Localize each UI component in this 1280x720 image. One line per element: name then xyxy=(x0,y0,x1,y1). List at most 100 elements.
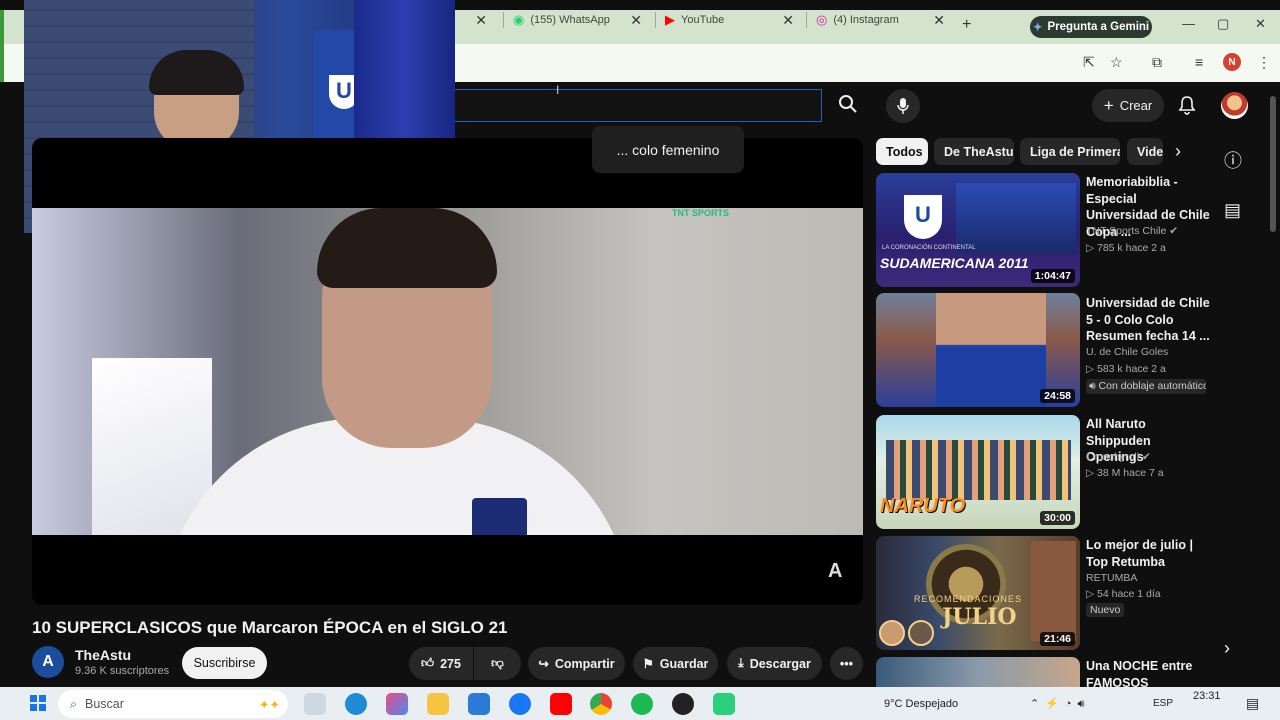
user-avatar[interactable] xyxy=(1221,92,1248,119)
extensions-icon[interactable]: ⧉ xyxy=(1152,54,1162,71)
share-label: Compartir xyxy=(554,656,615,671)
team-photo xyxy=(956,183,1076,253)
profile-avatar[interactable]: N xyxy=(1223,53,1241,71)
media-control-icon[interactable]: ≡ xyxy=(1195,54,1203,70)
chip-videos[interactable]: Vide xyxy=(1127,138,1163,165)
language-indicator[interactable]: ESP xyxy=(1153,698,1173,709)
save-label: Guardar xyxy=(659,656,709,671)
rec-meta: ▷ 54 hace 1 día xyxy=(1086,588,1161,600)
scrollbar-thumb[interactable] xyxy=(1270,96,1276,232)
channel-avatar[interactable]: A xyxy=(32,646,64,678)
subscribe-button[interactable]: Suscribirse xyxy=(182,647,267,679)
tab-whatsapp[interactable]: ◉ (155) WhatsApp ✕ xyxy=(505,6,650,34)
like-button[interactable]: 👍︎ 275 xyxy=(409,647,473,680)
tab-partial[interactable]: ✕ xyxy=(455,6,495,34)
u-crest: U xyxy=(904,195,942,239)
view-count: 38 M xyxy=(1097,467,1121,479)
search-suggestion-tooltip[interactable]: ... colo femenino xyxy=(592,126,744,173)
store-icon[interactable] xyxy=(468,693,490,715)
bookmark-star-icon[interactable]: ☆ xyxy=(1110,54,1123,71)
comment-icon[interactable]: ▤ xyxy=(1224,200,1241,221)
thumbnail-overlay-text: JULIO xyxy=(942,604,1017,630)
install-app-icon[interactable]: ⇱ xyxy=(1083,54,1095,71)
download-button[interactable]: ⤓ Descargar xyxy=(727,647,822,680)
weather-text[interactable]: 9°C Despejado xyxy=(884,698,958,710)
upload-age: hace 1 día xyxy=(1111,588,1161,600)
create-button[interactable]: + Crear xyxy=(1092,89,1164,122)
menu-dots-icon[interactable]: ⋮ xyxy=(1257,54,1271,71)
chevron-right-icon[interactable]: › xyxy=(1224,638,1230,659)
chip-liga-de-primera[interactable]: Liga de Primera xyxy=(1020,138,1120,165)
chrome-icon[interactable] xyxy=(590,693,612,715)
more-actions-button[interactable]: ••• xyxy=(830,647,863,680)
taskbar-search-input[interactable]: ⌕ Buscar ✦✦ xyxy=(58,690,288,718)
thumbnail[interactable]: RECOMENDACIONES JULIO 21:46 xyxy=(876,536,1080,650)
rec-channel[interactable]: Crunchyroll ✔ xyxy=(1086,451,1151,463)
tab-instagram[interactable]: ◎ (4) Instagram ✕ xyxy=(808,6,953,34)
info-icon[interactable]: ⓘ xyxy=(1224,147,1242,173)
tnt-logo: TNT SPORTS xyxy=(672,208,730,218)
upload-age: hace 2 a xyxy=(1125,242,1166,254)
close-icon[interactable]: ✕ xyxy=(475,12,487,29)
copilot-icon[interactable] xyxy=(386,693,408,715)
thumbnail[interactable]: 24:58 xyxy=(876,293,1080,407)
clock[interactable]: 23:31 xyxy=(1193,690,1221,702)
view-count: 54 xyxy=(1097,588,1109,600)
video-title: 10 SUPERCLASICOS que Marcaron ÉPOCA en e… xyxy=(32,618,508,637)
rec-channel[interactable]: TNT Sports Chile ✔ xyxy=(1086,225,1178,237)
chevron-right-icon[interactable]: › xyxy=(1175,141,1181,162)
tab-youtube[interactable]: ▶ YouTube ✕ xyxy=(657,6,802,34)
minimize-icon[interactable]: — xyxy=(1182,16,1195,31)
close-icon[interactable]: ✕ xyxy=(782,12,794,29)
thumbnail-subtitle: RECOMENDACIONES xyxy=(914,594,1023,604)
rec-title[interactable]: Una NOCHE entre FAMOSOS xyxy=(1086,658,1211,687)
thumbnail[interactable]: NARUTO 30:00 xyxy=(876,415,1080,529)
github-icon[interactable] xyxy=(672,693,694,715)
rec-meta: ▷ 583 k hace 2 a xyxy=(1086,363,1166,375)
video-player[interactable]: TNT SPORTS xyxy=(32,138,863,605)
tab-label: YouTube xyxy=(681,14,725,26)
tab-separator xyxy=(806,12,807,28)
bookmark-icon: ⚑ xyxy=(642,657,654,671)
facebook-icon[interactable] xyxy=(509,693,531,715)
close-window-icon[interactable]: ✕ xyxy=(1255,16,1266,32)
chip-todos[interactable]: Todos xyxy=(876,138,928,165)
rec-channel[interactable]: RETUMBA xyxy=(1086,572,1137,584)
file-explorer-icon[interactable] xyxy=(427,693,449,715)
youtube-app-icon[interactable] xyxy=(550,693,572,715)
edge-icon[interactable] xyxy=(345,693,367,715)
rec-title[interactable]: Lo mejor de julio | Top Retumba xyxy=(1086,537,1211,570)
new-tab-button[interactable]: + xyxy=(962,16,971,34)
channel-name[interactable]: TheAstu xyxy=(75,647,131,663)
channel-watermark[interactable]: A xyxy=(828,560,842,583)
app-icon[interactable] xyxy=(713,693,735,715)
instagram-icon: ◎ xyxy=(816,12,828,27)
badge-text: Con doblaje automático xyxy=(1098,380,1206,392)
verified-icon: ✔ xyxy=(1142,451,1151,463)
task-view-icon[interactable] xyxy=(304,693,326,715)
microphone-icon[interactable] xyxy=(886,89,920,123)
rec-channel[interactable]: U. de Chile Goles xyxy=(1086,346,1168,358)
chip-de-theastu[interactable]: De TheAstu xyxy=(934,138,1014,165)
search-icon[interactable] xyxy=(838,94,858,119)
share-button[interactable]: ↪ Compartir xyxy=(528,647,625,680)
video-frame[interactable]: TNT SPORTS xyxy=(32,208,863,535)
dislike-button[interactable]: 👎︎ xyxy=(474,647,521,680)
channel-name: Crunchyroll xyxy=(1086,451,1140,463)
thumbnail[interactable]: U LA CORONACIÓN CONTINENTAL SUDAMERICANA… xyxy=(876,173,1080,287)
maximize-icon[interactable]: ▢ xyxy=(1217,16,1229,32)
notifications-icon[interactable]: ▤ xyxy=(1246,695,1259,712)
spotify-icon[interactable] xyxy=(631,693,653,715)
tab-label: (4) Instagram xyxy=(833,14,899,26)
create-label: Crear xyxy=(1119,98,1153,113)
close-icon[interactable]: ✕ xyxy=(933,12,945,29)
bell-icon[interactable] xyxy=(1178,95,1196,120)
gemini-button[interactable]: ✦ Pregunta a Gemini xyxy=(1030,16,1152,38)
windows-start-icon[interactable] xyxy=(30,695,46,716)
save-button[interactable]: ⚑ Guardar xyxy=(633,647,718,680)
rec-title[interactable]: Universidad de Chile 5 - 0 Colo Colo Res… xyxy=(1086,295,1211,345)
thumbnail[interactable] xyxy=(876,657,1080,687)
search-input[interactable] xyxy=(452,89,822,122)
tray-icons[interactable]: ⌃⚡◔🔊︎ xyxy=(1030,697,1091,711)
close-icon[interactable]: ✕ xyxy=(630,12,642,29)
